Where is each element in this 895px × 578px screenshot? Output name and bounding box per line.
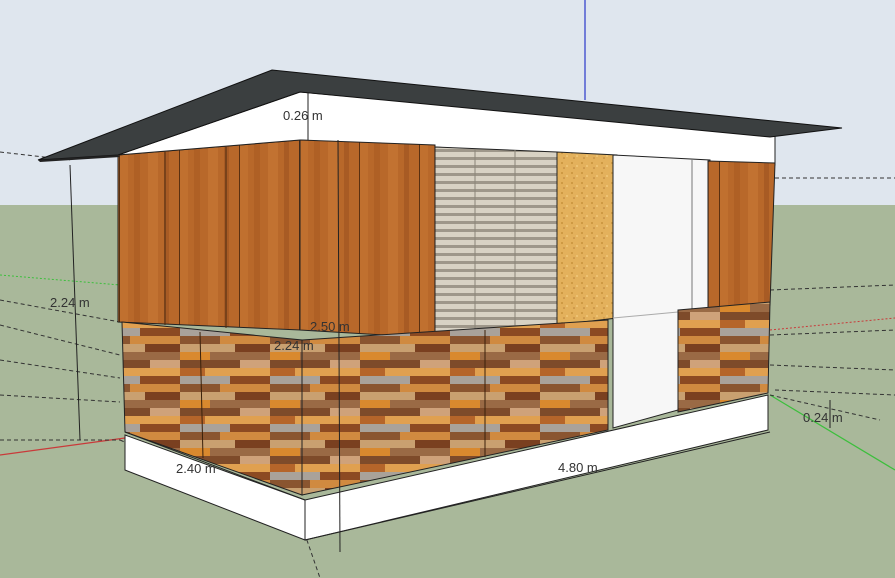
right-wall-lower	[677, 301, 771, 413]
sketchup-viewport[interactable]: 0.26 m 2.24 m 2.50 m 2.24 m 2.40 m 4.80 …	[0, 0, 895, 578]
dim-base-height: 0.24 m	[803, 410, 843, 425]
dim-width: 2.40 m	[176, 461, 216, 476]
dim-length: 4.80 m	[558, 460, 598, 475]
window-blinds	[434, 146, 558, 339]
dim-roof-thickness: 0.26 m	[283, 108, 323, 123]
dim-wall-height-center: 2.50 m	[310, 319, 350, 334]
right-wall-upper	[707, 160, 776, 311]
side-wall-upper	[299, 139, 436, 339]
3d-model-canvas[interactable]: 0.26 m 2.24 m 2.50 m 2.24 m 2.40 m 4.80 …	[0, 0, 895, 578]
front-wall-upper	[117, 139, 301, 331]
dim-wall-height-left: 2.24 m	[50, 295, 90, 310]
particleboard-panel	[556, 151, 618, 326]
dim-lower-panel-height: 2.24 m	[274, 338, 314, 353]
